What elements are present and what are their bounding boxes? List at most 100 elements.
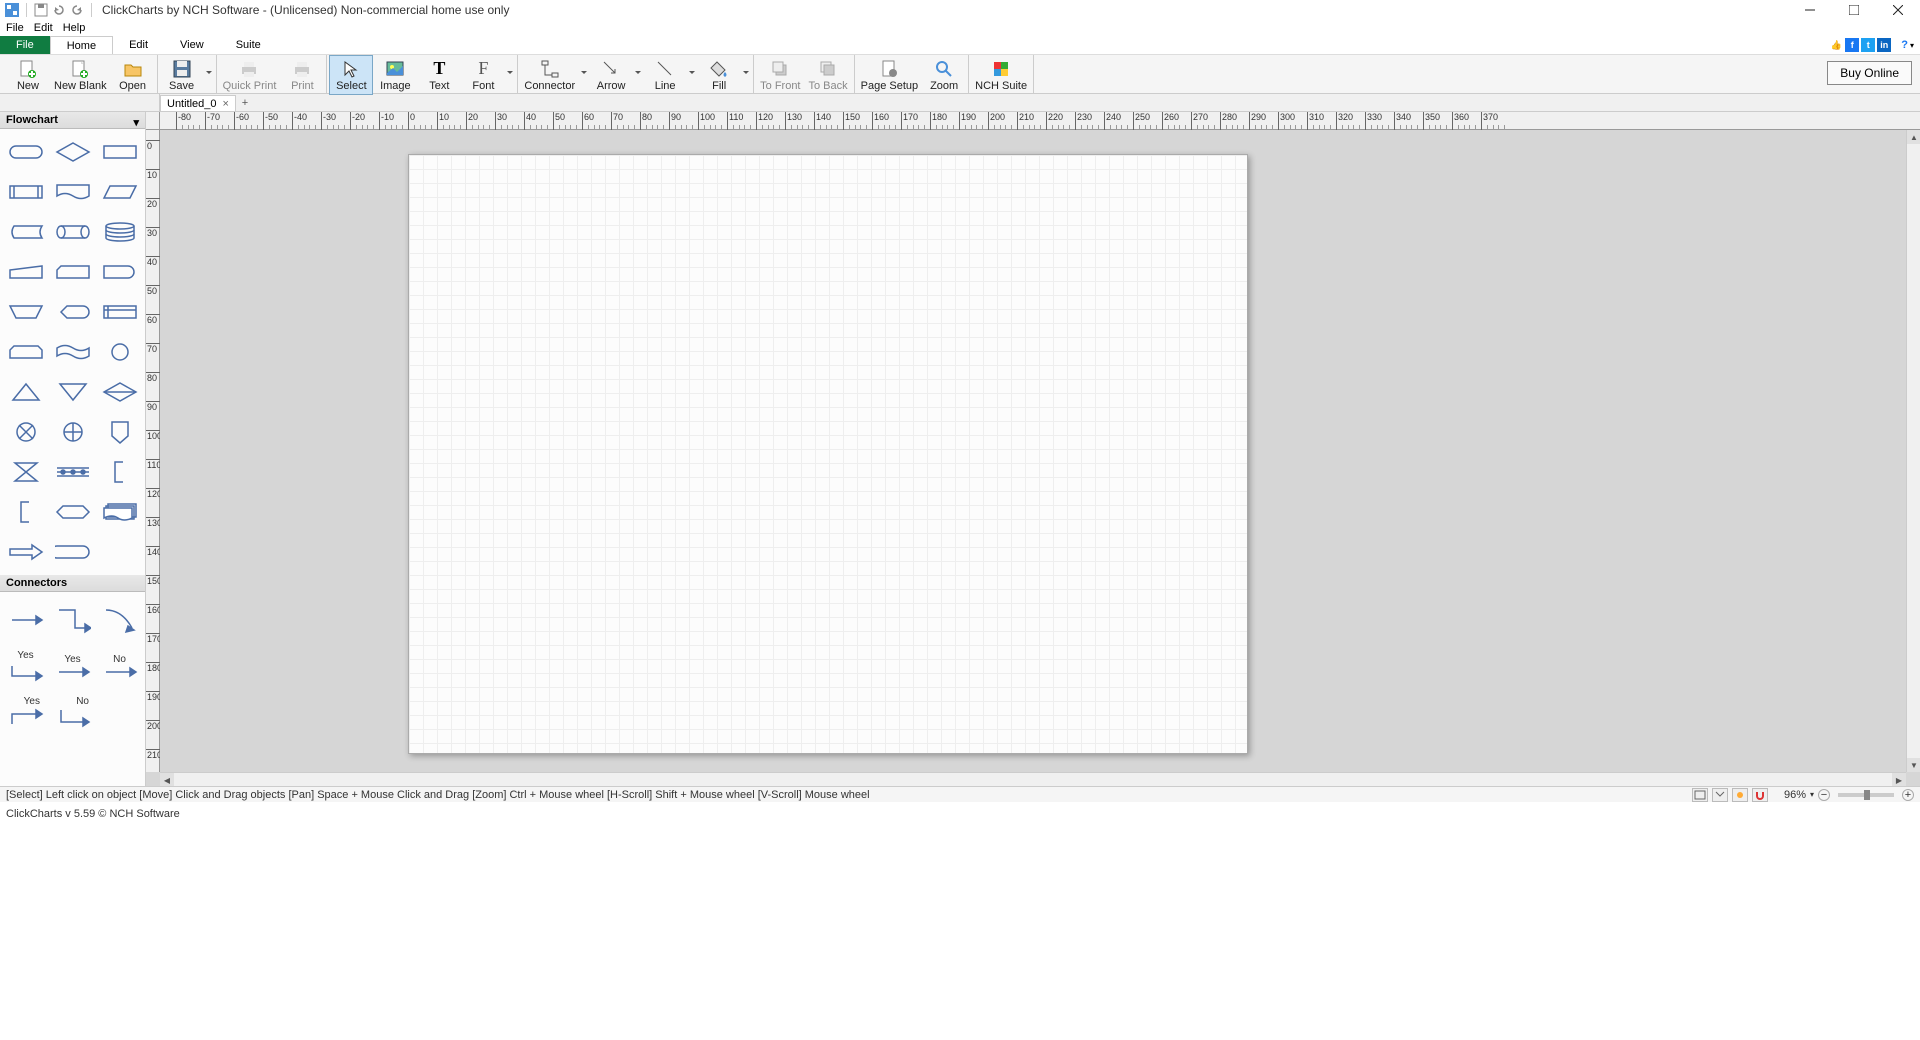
add-tab-button[interactable]: + xyxy=(236,94,254,111)
canvas-viewport[interactable] xyxy=(160,130,1906,772)
shape-database[interactable] xyxy=(97,213,142,251)
new-button[interactable]: New xyxy=(6,55,50,95)
shape-data[interactable] xyxy=(97,173,142,211)
shape-process[interactable] xyxy=(97,133,142,171)
zoom-in-icon[interactable]: + xyxy=(1902,789,1914,801)
scrollbar-vertical[interactable]: ▲ ▼ xyxy=(1906,130,1920,772)
shape-delay[interactable] xyxy=(97,253,142,291)
shape-divided[interactable] xyxy=(50,453,95,491)
font-dropdown[interactable] xyxy=(505,55,515,93)
status-btn-3[interactable] xyxy=(1732,788,1748,802)
shape-extract[interactable] xyxy=(3,373,48,411)
connector-curved[interactable] xyxy=(97,598,142,642)
twitter-icon[interactable]: t xyxy=(1861,38,1875,52)
pagesetup-button[interactable]: Page Setup xyxy=(857,55,923,95)
shape-collate[interactable] xyxy=(3,453,48,491)
nchsuite-button[interactable]: NCH Suite xyxy=(971,55,1031,95)
shape-connector[interactable] xyxy=(97,333,142,371)
shape-or[interactable] xyxy=(50,413,95,451)
line-dropdown[interactable] xyxy=(687,55,697,93)
connector-elbow[interactable] xyxy=(50,598,95,642)
qat-undo-icon[interactable] xyxy=(51,2,67,18)
scroll-down-icon[interactable]: ▼ xyxy=(1907,758,1920,772)
image-button[interactable]: Image xyxy=(373,55,417,95)
shape-multidoc[interactable] xyxy=(97,493,142,531)
shape-terminator[interactable] xyxy=(3,133,48,171)
zoom-dd[interactable]: ▾ xyxy=(1810,790,1814,799)
shape-offpage[interactable] xyxy=(97,413,142,451)
shape-predefined[interactable] xyxy=(3,173,48,211)
shape-looplimit[interactable] xyxy=(3,333,48,371)
shape-preparation[interactable] xyxy=(50,493,95,531)
connector-dropdown[interactable] xyxy=(579,55,589,93)
tab-file[interactable]: File xyxy=(0,36,50,54)
facebook-icon[interactable]: f xyxy=(1845,38,1859,52)
arrow-dropdown[interactable] xyxy=(633,55,643,93)
app-icon[interactable] xyxy=(4,2,20,18)
tab-home[interactable]: Home xyxy=(50,36,113,54)
connector-up-yes[interactable]: Yes xyxy=(3,690,48,734)
connectors-header[interactable]: Connectors xyxy=(0,575,145,592)
shape-storeddata[interactable] xyxy=(3,213,48,251)
help-dd[interactable]: ▾ xyxy=(1910,41,1914,50)
menu-help[interactable]: Help xyxy=(63,22,86,34)
shape-summing[interactable] xyxy=(3,413,48,451)
fill-dropdown[interactable] xyxy=(741,55,751,93)
shape-merge[interactable] xyxy=(50,373,95,411)
newblank-button[interactable]: New Blank xyxy=(50,55,111,95)
save-dropdown[interactable] xyxy=(204,55,214,93)
shape-decision[interactable] xyxy=(50,133,95,171)
zoom-slider[interactable] xyxy=(1838,793,1894,797)
shape-arrow-right[interactable] xyxy=(3,533,48,571)
qat-redo-icon[interactable] xyxy=(69,2,85,18)
shape-manualop[interactable] xyxy=(3,293,48,331)
zoom-out-icon[interactable]: − xyxy=(1818,789,1830,801)
shape-annotation-left[interactable] xyxy=(97,453,142,491)
minimize-button[interactable] xyxy=(1788,0,1832,20)
help-split[interactable]: ? xyxy=(1901,39,1908,51)
qat-save-icon[interactable] xyxy=(33,2,49,18)
scrollbar-horizontal[interactable]: ◀ ▶ xyxy=(160,772,1906,786)
scroll-up-icon[interactable]: ▲ xyxy=(1907,130,1920,144)
font-button[interactable]: FFont xyxy=(461,55,505,95)
fill-button[interactable]: Fill xyxy=(697,55,741,95)
quickprint-button[interactable]: Quick Print xyxy=(219,55,281,95)
arrow-button[interactable]: Arrow xyxy=(589,55,633,95)
shape-annotation-right[interactable] xyxy=(3,493,48,531)
shape-document[interactable] xyxy=(50,173,95,211)
connector-elbow-yes[interactable]: Yes xyxy=(3,644,48,688)
close-tab-icon[interactable]: × xyxy=(223,98,229,110)
scroll-left-icon[interactable]: ◀ xyxy=(160,773,174,786)
connector-down-no[interactable]: No xyxy=(50,690,95,734)
maximize-button[interactable] xyxy=(1832,0,1876,20)
menu-file[interactable]: File xyxy=(6,22,24,34)
linkedin-icon[interactable]: in xyxy=(1877,38,1891,52)
shape-display[interactable] xyxy=(50,293,95,331)
connector-straight-yes[interactable]: Yes xyxy=(50,644,95,688)
open-button[interactable]: Open xyxy=(111,55,155,95)
canvas-paper[interactable] xyxy=(408,154,1248,754)
connector-button[interactable]: Connector xyxy=(520,55,579,95)
connector-straight[interactable] xyxy=(3,598,48,642)
text-button[interactable]: TText xyxy=(417,55,461,95)
tab-edit[interactable]: Edit xyxy=(113,36,164,54)
tofront-button[interactable]: To Front xyxy=(756,55,804,95)
zoom-button[interactable]: Zoom xyxy=(922,55,966,95)
menu-edit[interactable]: Edit xyxy=(34,22,53,34)
scroll-right-icon[interactable]: ▶ xyxy=(1892,773,1906,786)
shape-manualinput[interactable] xyxy=(3,253,48,291)
toback-button[interactable]: To Back xyxy=(805,55,852,95)
shape-directdata[interactable] xyxy=(50,213,95,251)
tab-suite[interactable]: Suite xyxy=(220,36,277,54)
close-button[interactable] xyxy=(1876,0,1920,20)
status-btn-2[interactable] xyxy=(1712,788,1728,802)
shape-rounded[interactable] xyxy=(50,533,95,571)
shape-internal[interactable] xyxy=(97,293,142,331)
status-btn-snap[interactable] xyxy=(1752,788,1768,802)
shape-sort[interactable] xyxy=(97,373,142,411)
buy-online-button[interactable]: Buy Online xyxy=(1827,61,1912,85)
save-button[interactable]: Save xyxy=(160,55,204,95)
print-button[interactable]: Print xyxy=(280,55,324,95)
line-button[interactable]: Line xyxy=(643,55,687,95)
shape-tape[interactable] xyxy=(50,333,95,371)
